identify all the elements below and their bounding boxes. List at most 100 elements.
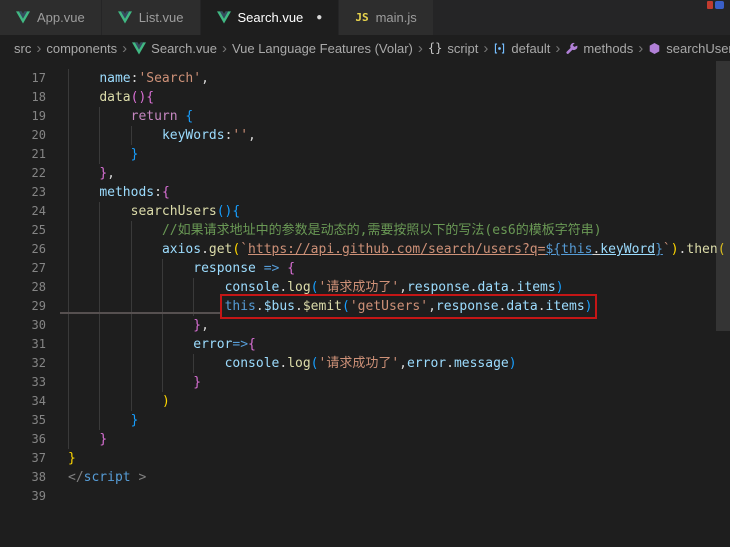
scrollbar-thumb[interactable] xyxy=(716,61,730,331)
line-number[interactable]: 21 xyxy=(0,145,46,164)
annotation-connector-line xyxy=(60,312,220,314)
breadcrumb-item-searchusers[interactable]: searchUsers xyxy=(648,41,730,56)
breadcrumb-item-script[interactable]: {} script xyxy=(428,41,479,56)
line-number[interactable]: 22 xyxy=(0,164,46,183)
code-text[interactable]: axios.get(`https://api.github.com/search… xyxy=(46,240,726,259)
code-line-33[interactable]: 33 } xyxy=(0,373,730,392)
breadcrumb-item-vue-language-features-volar[interactable]: Vue Language Features (Volar) xyxy=(232,41,413,56)
code-line-28[interactable]: 28 console.log('请求成功了',response.data.ite… xyxy=(0,278,730,297)
line-number[interactable]: 26 xyxy=(0,240,46,259)
line-number[interactable]: 39 xyxy=(0,487,46,506)
code-text[interactable]: console.log('请求成功了',error.message) xyxy=(46,354,517,373)
code-line-34[interactable]: 34 ) xyxy=(0,392,730,411)
breadcrumb-item-default[interactable]: default xyxy=(493,41,550,56)
breadcrumb-item-search-vue[interactable]: Search.vue xyxy=(132,41,217,56)
code-text[interactable]: return { xyxy=(46,107,194,126)
line-number[interactable]: 23 xyxy=(0,183,46,202)
code-text[interactable]: error=>{ xyxy=(46,335,256,354)
method-icon xyxy=(648,42,661,55)
breadcrumb-item-src[interactable]: src xyxy=(14,41,31,56)
code-line-36[interactable]: 36 } xyxy=(0,430,730,449)
breadcrumb-label: Vue Language Features (Volar) xyxy=(231,40,413,56)
modified-dot[interactable]: ● xyxy=(316,12,322,23)
vertical-scrollbar[interactable] xyxy=(716,61,730,547)
line-number[interactable]: 35 xyxy=(0,411,46,430)
code-line-21[interactable]: 21 } xyxy=(0,145,730,164)
code-line-38[interactable]: 38 </script > xyxy=(0,468,730,487)
code-line-39[interactable]: 39 xyxy=(0,487,730,506)
code-line-17[interactable]: 17 name:'Search', xyxy=(0,69,730,88)
line-number[interactable]: 31 xyxy=(0,335,46,354)
code-text[interactable]: } xyxy=(46,373,201,392)
code-line-20[interactable]: 20 keyWords:'', xyxy=(0,126,730,145)
code-text[interactable]: } xyxy=(46,145,139,164)
code-text[interactable]: }, xyxy=(46,316,209,335)
line-number[interactable]: 17 xyxy=(0,69,46,88)
line-number[interactable]: 37 xyxy=(0,449,46,468)
tab-label: List.vue xyxy=(138,10,184,25)
editor-tab-bar: App.vue List.vue Search.vue ● JS main.js xyxy=(0,0,730,35)
code-line-32[interactable]: 32 console.log('请求成功了',error.message) xyxy=(0,354,730,373)
tab-app-vue[interactable]: App.vue xyxy=(0,0,102,35)
code-editor[interactable]: 17 name:'Search', 18 data(){19 return {20… xyxy=(0,61,730,547)
code-text[interactable]: data(){ xyxy=(46,88,154,107)
code-line-37[interactable]: 37} xyxy=(0,449,730,468)
line-number[interactable]: 38 xyxy=(0,468,46,487)
line-number[interactable]: 29 xyxy=(0,297,46,316)
code-text[interactable]: keyWords:'', xyxy=(46,126,256,145)
vue-file-icon xyxy=(16,11,30,24)
code-line-25[interactable]: 25 //如果请求地址中的参数是动态的,需要按照以下的写法(es6的模板字符串) xyxy=(0,221,730,240)
code-line-27[interactable]: 27 response => { xyxy=(0,259,730,278)
tab-search-vue[interactable]: Search.vue ● xyxy=(200,0,340,35)
code-text[interactable]: response => { xyxy=(46,259,295,278)
chevron-right-icon: › xyxy=(483,39,489,57)
code-text[interactable] xyxy=(46,487,68,506)
braces-icon: {} xyxy=(427,41,443,55)
code-line-26[interactable]: 26 axios.get(`https://api.github.com/sea… xyxy=(0,240,730,259)
line-number[interactable]: 36 xyxy=(0,430,46,449)
line-number[interactable]: 30 xyxy=(0,316,46,335)
code-line-19[interactable]: 19 return { xyxy=(0,107,730,126)
code-line-31[interactable]: 31 error=>{ xyxy=(0,335,730,354)
code-line-30[interactable]: 30 }, xyxy=(0,316,730,335)
line-number[interactable]: 24 xyxy=(0,202,46,221)
chevron-right-icon: › xyxy=(122,39,128,57)
line-number[interactable]: 28 xyxy=(0,278,46,297)
line-number[interactable]: 32 xyxy=(0,354,46,373)
code-text[interactable]: console.log('请求成功了',response.data.items) xyxy=(46,278,564,297)
code-text[interactable]: methods:{ xyxy=(46,183,169,202)
code-line-24[interactable]: 24 searchUsers(){ xyxy=(0,202,730,221)
code-text[interactable]: </script > xyxy=(46,468,146,487)
red-highlight-box: this.$bus.$emit('getUsers',response.data… xyxy=(219,294,598,319)
line-number[interactable]: 19 xyxy=(0,107,46,126)
chevron-right-icon: › xyxy=(417,39,423,57)
breadcrumb-label: components xyxy=(46,40,118,56)
tab-main-js[interactable]: JS main.js xyxy=(339,0,434,35)
line-number[interactable]: 34 xyxy=(0,392,46,411)
code-text[interactable]: } xyxy=(46,411,139,430)
code-text[interactable]: searchUsers(){ xyxy=(46,202,241,221)
breadcrumb-item-methods[interactable]: methods xyxy=(565,41,633,56)
code-line-18[interactable]: 18 data(){ xyxy=(0,88,730,107)
tab-label: Search.vue xyxy=(237,10,304,25)
breadcrumb-item-components[interactable]: components xyxy=(46,41,117,56)
code-text[interactable]: } xyxy=(46,430,107,449)
code-text[interactable]: ) xyxy=(46,392,170,411)
line-number[interactable]: 27 xyxy=(0,259,46,278)
code-line-22[interactable]: 22 }, xyxy=(0,164,730,183)
chevron-right-icon: › xyxy=(36,39,42,57)
chevron-right-icon: › xyxy=(221,39,227,57)
code-text[interactable]: //如果请求地址中的参数是动态的,需要按照以下的写法(es6的模板字符串) xyxy=(46,221,602,240)
code-line-35[interactable]: 35 } xyxy=(0,411,730,430)
code-text[interactable]: }, xyxy=(46,164,115,183)
line-number[interactable]: 20 xyxy=(0,126,46,145)
vue-file-icon xyxy=(216,11,231,24)
line-number[interactable]: 33 xyxy=(0,373,46,392)
line-number[interactable]: 18 xyxy=(0,88,46,107)
corner-badge-icon xyxy=(707,1,724,9)
code-text[interactable]: } xyxy=(46,449,76,468)
code-text[interactable]: name:'Search', xyxy=(46,69,209,88)
code-line-23[interactable]: 23 methods:{ xyxy=(0,183,730,202)
tab-list-vue[interactable]: List.vue xyxy=(101,0,201,35)
line-number[interactable]: 25 xyxy=(0,221,46,240)
